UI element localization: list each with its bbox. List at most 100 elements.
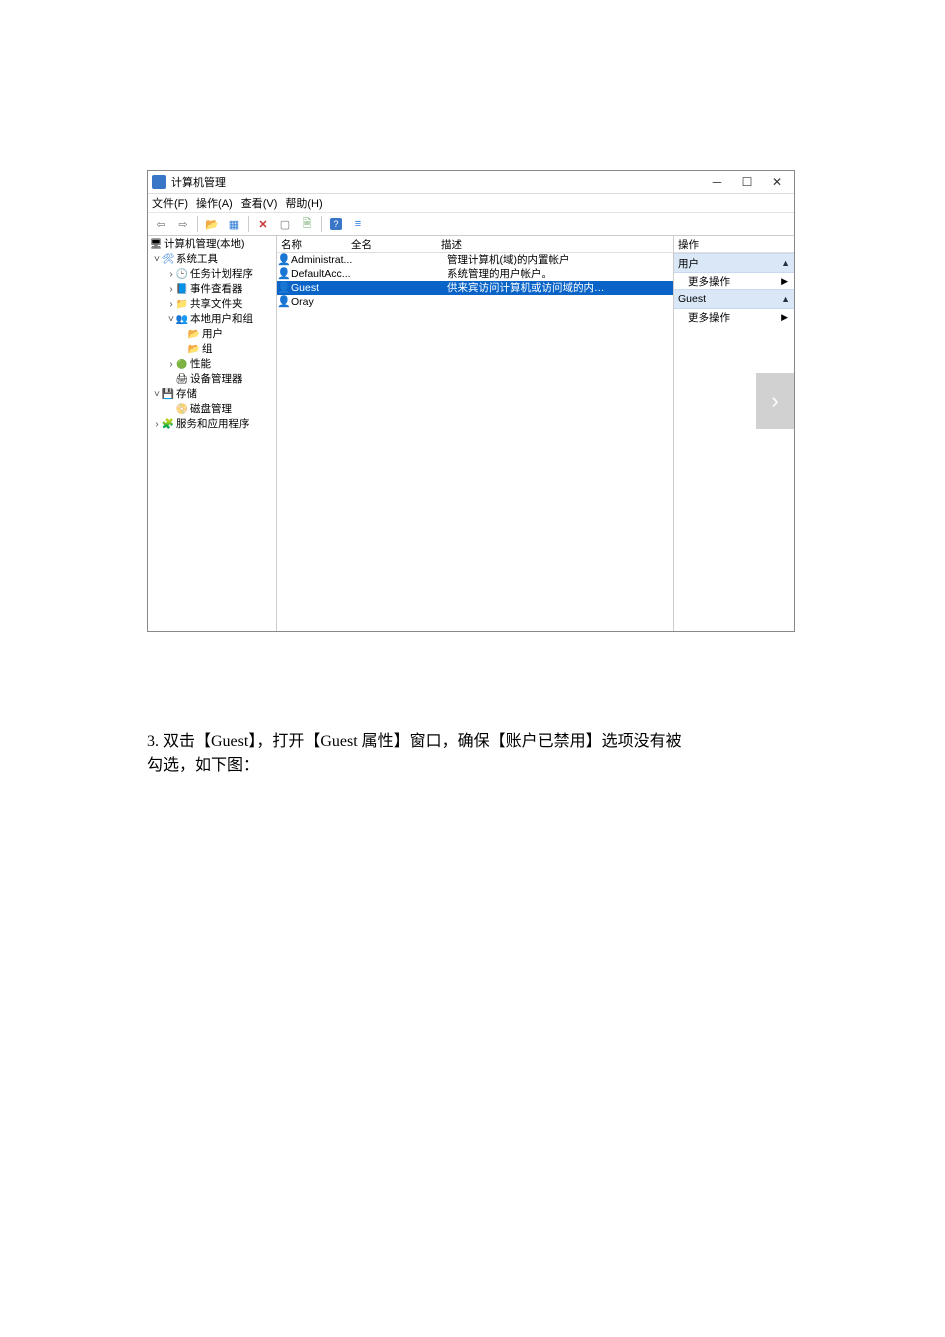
expand-icon[interactable]: › — [152, 417, 162, 432]
user-description: 系统管理的用户帐户。 — [447, 267, 673, 281]
help-icon[interactable] — [330, 218, 342, 230]
actions-more-guest[interactable]: 更多操作 ▶ — [674, 309, 794, 325]
tree-performance[interactable]: › 性能 — [148, 357, 276, 372]
user-row-oray[interactable]: 👤 Oray — [277, 295, 673, 309]
storage-icon — [162, 389, 174, 401]
user-icon: 👤 — [277, 253, 291, 267]
forward-button[interactable] — [173, 214, 193, 234]
user-name: Guest — [291, 281, 357, 295]
tree-root[interactable]: 计算机管理(本地) — [148, 237, 276, 252]
list-header: 名称 全名 描述 — [277, 236, 673, 253]
event-icon — [176, 284, 188, 296]
menu-file[interactable]: 文件(F) — [152, 195, 188, 211]
view-list-button[interactable] — [348, 214, 368, 234]
folder-icon — [188, 344, 200, 356]
actions-header: 操作 — [674, 236, 794, 253]
chevron-right-icon: › — [771, 388, 778, 414]
column-fullname[interactable]: 全名 — [351, 237, 441, 252]
device-icon — [176, 374, 188, 386]
tree-label: 性能 — [190, 357, 211, 372]
expand-icon[interactable]: › — [166, 357, 176, 372]
toolbar-separator — [197, 216, 198, 232]
user-row-administrator[interactable]: 👤 Administrat... 管理计算机(域)的内置帐户 — [277, 253, 673, 267]
tree-shared-folders[interactable]: › 共享文件夹 — [148, 297, 276, 312]
window-title: 计算机管理 — [171, 174, 702, 190]
tree-label: 组 — [202, 342, 213, 357]
tree-label: 系统工具 — [176, 252, 218, 267]
tree-system-tools[interactable]: ˅ 系统工具 — [148, 252, 276, 267]
action-label: 更多操作 — [688, 274, 730, 289]
user-row-guest[interactable]: 👤 Guest 供来宾访问计算机或访问域的内… — [277, 281, 673, 295]
tree-label: 共享文件夹 — [190, 297, 243, 312]
user-icon: 👤 — [277, 281, 291, 295]
menu-action[interactable]: 操作(A) — [196, 195, 233, 211]
section-label: 用户 — [678, 256, 699, 271]
collapse-icon: ▲ — [781, 294, 790, 304]
tree-event-viewer[interactable]: › 事件查看器 — [148, 282, 276, 297]
performance-icon — [176, 359, 188, 371]
refresh-button[interactable] — [297, 214, 317, 234]
tree-label: 服务和应用程序 — [176, 417, 250, 432]
back-button[interactable] — [151, 214, 171, 234]
user-name: Administrat... — [291, 253, 357, 267]
actions-section-guest[interactable]: Guest ▲ — [674, 289, 794, 309]
menu-view[interactable]: 查看(V) — [241, 195, 278, 211]
instruction-line-2: 勾选，如下图： — [147, 754, 787, 778]
user-icon: 👤 — [277, 267, 291, 281]
toolbar-separator — [248, 216, 249, 232]
body: 计算机管理(本地) ˅ 系统工具 › 任务计划程序 › 事件查看器 — [148, 236, 794, 631]
expand-icon[interactable]: › — [166, 282, 176, 297]
expand-icon[interactable]: › — [166, 267, 176, 282]
tree-label: 存储 — [176, 387, 197, 402]
tree-label: 用户 — [202, 327, 223, 342]
tree-local-users[interactable]: ˅ 本地用户和组 — [148, 312, 276, 327]
delete-button[interactable] — [253, 214, 273, 234]
properties-button[interactable] — [224, 214, 244, 234]
menu-help[interactable]: 帮助(H) — [285, 195, 322, 211]
user-name: Oray — [291, 295, 357, 309]
minimize-button[interactable]: ─ — [702, 172, 732, 192]
tree-groups[interactable]: 组 — [148, 342, 276, 357]
tree-storage[interactable]: ˅ 存储 — [148, 387, 276, 402]
menu-bar: 文件(F) 操作(A) 查看(V) 帮助(H) — [148, 194, 794, 213]
column-description[interactable]: 描述 — [441, 237, 673, 252]
computer-management-window: 计算机管理 ─ ☐ ✕ 文件(F) 操作(A) 查看(V) 帮助(H) — [147, 170, 795, 632]
close-button[interactable]: ✕ — [762, 172, 792, 192]
expand-icon[interactable]: ˅ — [152, 252, 162, 267]
tree-services-apps[interactable]: › 服务和应用程序 — [148, 417, 276, 432]
tree-label: 事件查看器 — [190, 282, 243, 297]
actions-more-users[interactable]: 更多操作 ▶ — [674, 273, 794, 289]
instruction-line-1: 3. 双击【Guest】，打开【Guest 属性】窗口，确保【账户已禁用】选项没… — [147, 730, 787, 754]
user-description: 管理计算机(域)的内置帐户 — [447, 253, 673, 267]
instruction-text: 3. 双击【Guest】，打开【Guest 属性】窗口，确保【账户已禁用】选项没… — [147, 730, 787, 778]
user-row-defaultaccount[interactable]: 👤 DefaultAcc... 系统管理的用户帐户。 — [277, 267, 673, 281]
users-icon — [176, 314, 188, 326]
list-body: 👤 Administrat... 管理计算机(域)的内置帐户 👤 Default… — [277, 253, 673, 631]
column-name[interactable]: 名称 — [277, 237, 351, 252]
folder-icon — [188, 329, 200, 341]
up-button[interactable] — [202, 214, 222, 234]
app-icon — [152, 175, 166, 189]
maximize-button[interactable]: ☐ — [732, 172, 762, 192]
expand-icon[interactable]: ˅ — [166, 312, 176, 327]
export-button[interactable] — [275, 214, 295, 234]
tree-label: 本地用户和组 — [190, 312, 253, 327]
tree-root-label: 计算机管理(本地) — [164, 237, 245, 252]
disk-icon — [176, 404, 188, 416]
tree-users[interactable]: 用户 — [148, 327, 276, 342]
expand-icon[interactable]: ˅ — [152, 387, 162, 402]
toolbar-separator — [321, 216, 322, 232]
user-description: 供来宾访问计算机或访问域的内… — [447, 281, 673, 295]
tree-device-manager[interactable]: 设备管理器 — [148, 372, 276, 387]
tree-disk-management[interactable]: 磁盘管理 — [148, 402, 276, 417]
tree-label: 磁盘管理 — [190, 402, 232, 417]
tools-icon — [162, 254, 174, 266]
action-label: 更多操作 — [688, 310, 730, 325]
title-bar: 计算机管理 ─ ☐ ✕ — [148, 171, 794, 194]
chevron-right-icon: ▶ — [781, 276, 788, 287]
gallery-next-button[interactable]: › — [756, 373, 794, 429]
tree-task-scheduler[interactable]: › 任务计划程序 — [148, 267, 276, 282]
actions-section-users[interactable]: 用户 ▲ — [674, 253, 794, 273]
user-icon: 👤 — [277, 295, 291, 309]
expand-icon[interactable]: › — [166, 297, 176, 312]
